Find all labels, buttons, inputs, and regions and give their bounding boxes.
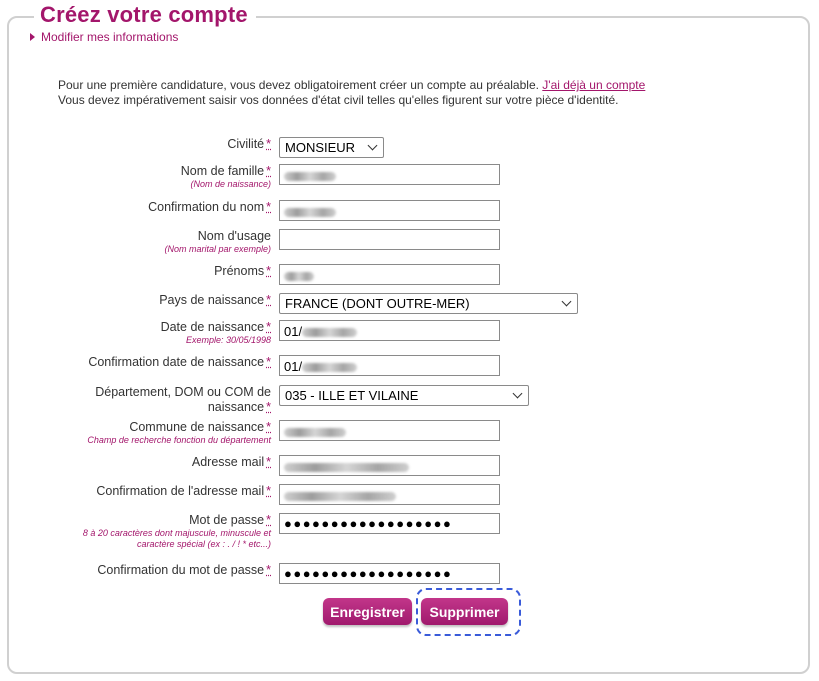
nom-usage-label: Nom d'usage (Nom marital par exemple) xyxy=(164,229,271,254)
confirm-date-label: Confirmation date de naissance * xyxy=(88,355,271,369)
required-mark: * xyxy=(266,293,271,307)
date-prefix: 01/ xyxy=(284,359,303,374)
prenoms-label: Prénoms * xyxy=(214,264,271,278)
intro-line1: Pour une première candidature, vous deve… xyxy=(58,78,539,92)
confirm-password-label: Confirmation du mot de passe * xyxy=(97,563,271,577)
chevron-down-icon xyxy=(512,388,523,399)
save-button[interactable]: Enregistrer xyxy=(323,598,412,625)
required-mark: * xyxy=(266,264,271,278)
departement-select[interactable]: 035 - ILLE ET VILAINE xyxy=(279,385,529,406)
redacted-value xyxy=(284,272,314,282)
commune-label: Commune de naissance * Champ de recherche… xyxy=(87,420,271,445)
redacted-value xyxy=(302,363,358,373)
arrow-right-icon xyxy=(30,33,35,41)
email-input[interactable] xyxy=(279,455,500,476)
date-naissance-hint: Exemple: 30/05/1998 xyxy=(185,335,271,345)
redacted-value xyxy=(284,463,409,473)
required-mark: * xyxy=(266,420,271,434)
confirm-nom-input[interactable] xyxy=(279,200,500,221)
civilite-label: Civilité * xyxy=(227,137,271,151)
civilite-select[interactable]: MONSIEUR xyxy=(279,137,384,158)
confirm-nom-label: Confirmation du nom * xyxy=(148,200,271,214)
commune-hint: Champ de recherche fonction du départeme… xyxy=(87,435,271,445)
existing-account-link[interactable]: J'ai déjà un compte xyxy=(542,78,645,92)
delete-button[interactable]: Supprimer xyxy=(421,598,508,625)
required-mark: * xyxy=(266,355,271,369)
pays-select[interactable]: FRANCE (DONT OUTRE-MER) xyxy=(279,293,578,314)
required-mark: * xyxy=(266,200,271,214)
confirm-email-input[interactable] xyxy=(279,484,500,505)
redacted-value xyxy=(302,328,358,338)
required-mark: * xyxy=(266,455,271,469)
password-hint-2: caractère spécial (ex : . / ! * etc...) xyxy=(136,539,271,549)
pays-label: Pays de naissance * xyxy=(159,293,271,307)
required-mark: * xyxy=(266,484,271,498)
redacted-value xyxy=(284,492,396,502)
required-mark: * xyxy=(266,563,271,577)
modify-info-link[interactable]: Modifier mes informations xyxy=(30,30,178,44)
nom-usage-hint: (Nom marital par exemple) xyxy=(164,244,271,254)
title-wrap: Créez votre compte xyxy=(34,2,256,28)
password-input[interactable]: ●●●●●●●●●●●●●●●●●● xyxy=(279,513,500,534)
date-naissance-input[interactable]: 01/ xyxy=(279,320,500,341)
required-mark: * xyxy=(266,513,271,527)
modify-info-label: Modifier mes informations xyxy=(41,30,179,44)
chevron-down-icon xyxy=(561,296,572,307)
required-mark: * xyxy=(266,320,271,334)
nom-usage-input[interactable] xyxy=(279,229,500,250)
redacted-value xyxy=(284,428,346,438)
commune-input[interactable] xyxy=(279,420,500,441)
confirm-email-label: Confirmation de l'adresse mail * xyxy=(96,484,271,498)
nom-famille-input[interactable] xyxy=(279,164,500,185)
intro-text: Pour une première candidature, vous deve… xyxy=(58,78,645,108)
required-mark: * xyxy=(266,137,271,151)
password-label: Mot de passe * 8 à 20 caractères dont maj… xyxy=(82,513,271,549)
intro-line2: Vous devez impérativement saisir vos don… xyxy=(58,93,619,107)
nom-famille-hint: (Nom de naissance) xyxy=(190,179,271,189)
chevron-down-icon xyxy=(367,140,378,151)
redacted-value xyxy=(284,172,336,182)
departement-label: Département, DOM ou COM de naissance * xyxy=(95,385,271,414)
date-prefix: 01/ xyxy=(284,324,303,339)
date-naissance-label: Date de naissance * Exemple: 30/05/1998 xyxy=(160,320,271,345)
redacted-value xyxy=(284,208,336,218)
civilite-value: MONSIEUR xyxy=(285,140,356,155)
email-label: Adresse mail * xyxy=(191,455,271,469)
departement-value: 035 - ILLE ET VILAINE xyxy=(285,388,419,403)
prenoms-input[interactable] xyxy=(279,264,500,285)
nom-famille-label: Nom de famille * (Nom de naissance) xyxy=(180,164,271,189)
confirm-password-input[interactable]: ●●●●●●●●●●●●●●●●●● xyxy=(279,563,500,584)
required-mark: * xyxy=(266,400,271,414)
password-hint-1: 8 à 20 caractères dont majuscule, minusc… xyxy=(82,528,271,538)
confirm-date-input[interactable]: 01/ xyxy=(279,355,500,376)
required-mark: * xyxy=(266,164,271,178)
pays-value: FRANCE (DONT OUTRE-MER) xyxy=(285,296,470,311)
page-title: Créez votre compte xyxy=(40,2,248,27)
